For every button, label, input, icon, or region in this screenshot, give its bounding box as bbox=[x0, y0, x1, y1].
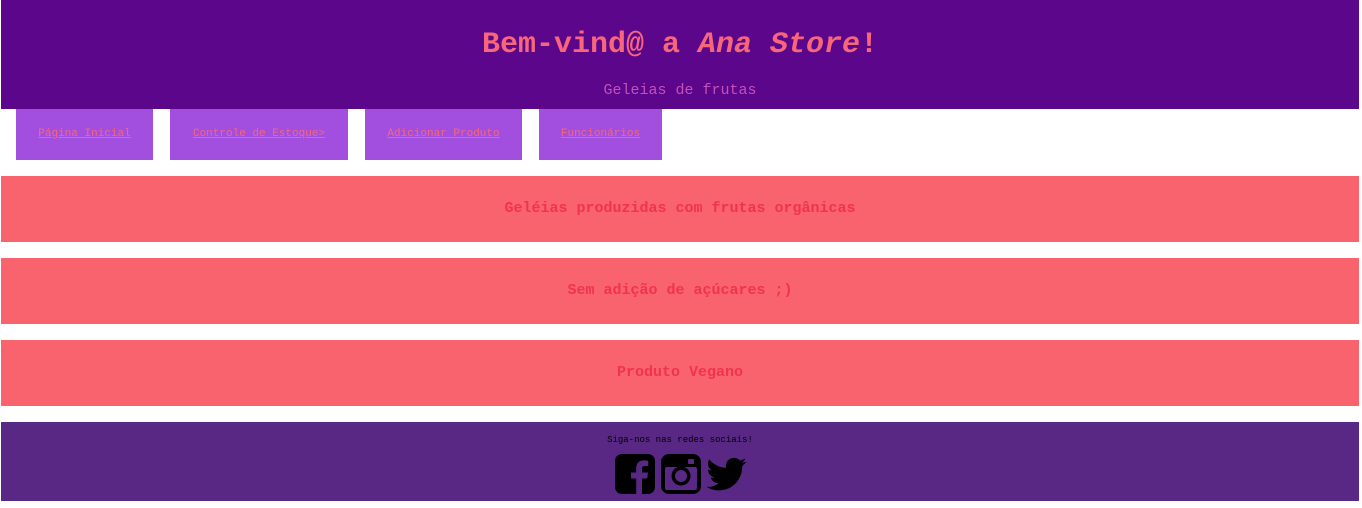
site-footer: Siga-nos nas redes sociais! bbox=[1, 422, 1359, 501]
title-prefix: Bem-vind@ a bbox=[481, 28, 698, 62]
feature-banner-organic: Geléias produzidas com frutas orgânicas bbox=[1, 176, 1359, 242]
twitter-icon[interactable] bbox=[706, 454, 747, 494]
site-header: Bem-vind@ a Ana Store! Geleias de frutas bbox=[1, 0, 1359, 109]
nav-link-add-product[interactable]: Adicionar Produto bbox=[365, 109, 522, 160]
nav-link-stock-control[interactable]: Controle de Estoque> bbox=[170, 109, 348, 160]
page-title: Bem-vind@ a Ana Store! bbox=[1, 28, 1359, 62]
nav-link-home[interactable]: Página Inicial bbox=[16, 109, 153, 160]
page-subtitle: Geleias de frutas bbox=[603, 82, 757, 99]
nav-link-employees[interactable]: Funcionários bbox=[539, 109, 662, 160]
instagram-icon[interactable] bbox=[661, 454, 701, 494]
main-nav: Página Inicial Controle de Estoque> Adic… bbox=[0, 109, 1362, 160]
social-follow-text: Siga-nos nas redes sociais! bbox=[607, 435, 753, 445]
feature-banner-vegan: Produto Vegano bbox=[1, 340, 1359, 406]
title-suffix: ! bbox=[860, 28, 879, 62]
facebook-icon[interactable] bbox=[615, 454, 655, 494]
feature-banner-no-sugar: Sem adição de açúcares ;) bbox=[1, 258, 1359, 324]
brand-name: Ana Store bbox=[698, 28, 861, 62]
